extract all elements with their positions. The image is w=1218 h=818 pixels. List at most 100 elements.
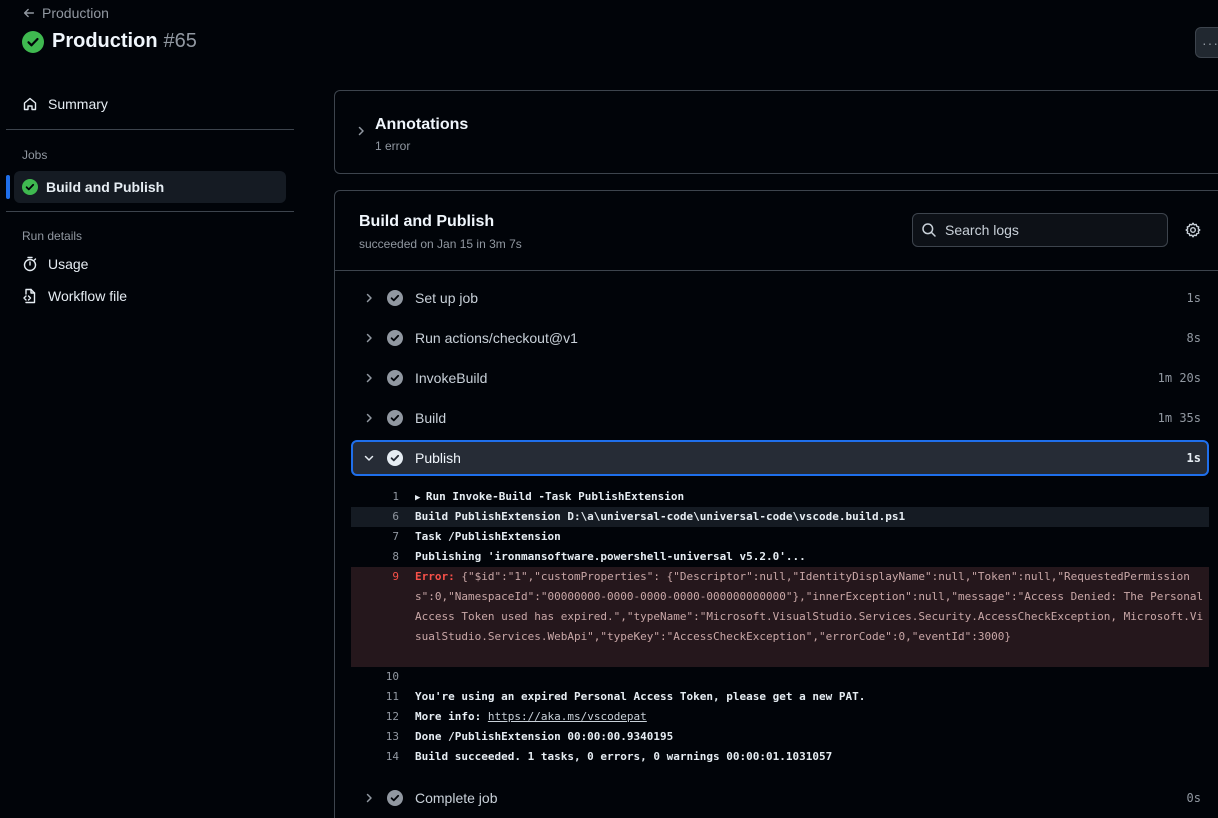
log-line-number[interactable]: 11 xyxy=(351,687,399,707)
log-line-text: You're using an expired Personal Access … xyxy=(415,690,866,703)
job-title: Build and Publish xyxy=(359,213,495,230)
step-set-up-job[interactable]: Set up job 1s xyxy=(351,280,1209,316)
chevron-right-icon xyxy=(358,126,364,136)
log-line-text: Build PublishExtension D:\a\universal-co… xyxy=(415,510,906,523)
log-line-number[interactable]: 10 xyxy=(351,667,399,687)
sidebar-item-build-and-publish[interactable]: Build and Publish xyxy=(6,171,286,203)
log-line-number[interactable]: 14 xyxy=(351,747,399,767)
success-check-icon xyxy=(22,179,38,195)
sidebar-item-label: Usage xyxy=(48,256,89,272)
more-info-link[interactable]: https://aka.ms/vscodepat xyxy=(488,710,647,723)
log-line-text: Task /PublishExtension xyxy=(415,530,561,543)
job-log-header: Build and Publish succeeded on Jan 15 in… xyxy=(335,191,1218,271)
step-success-icon xyxy=(387,790,403,806)
sidebar-item-usage[interactable]: Usage xyxy=(0,248,300,280)
chevron-right-icon xyxy=(366,793,372,803)
sidebar-item-summary[interactable]: Summary xyxy=(0,88,300,120)
log-line-text: Done /PublishExtension 00:00:00.9340195 xyxy=(415,730,674,743)
success-check-icon xyxy=(22,30,44,53)
step-success-icon xyxy=(387,330,403,346)
log-line[interactable]: 12 More info: https://aka.ms/vscodepat xyxy=(351,707,1209,727)
log-line[interactable]: 13 Done /PublishExtension 00:00:00.93401… xyxy=(351,727,1209,747)
step-duration: 8s xyxy=(1186,331,1201,345)
step-log-output: 1 ▶ Run Invoke-Build -Task PublishExtens… xyxy=(351,487,1209,767)
log-line-text: Publishing 'ironmansoftware.powershell-u… xyxy=(415,550,806,563)
breadcrumb-back-link[interactable]: Production xyxy=(22,5,109,21)
run-details-section-label: Run details xyxy=(22,229,83,243)
run-number: #65 xyxy=(163,30,197,52)
search-logs-input[interactable] xyxy=(945,222,1145,238)
step-duration: 0s xyxy=(1186,791,1201,805)
error-label: Error: xyxy=(415,570,455,583)
step-duration: 1s xyxy=(1186,291,1201,305)
search-logs-box[interactable] xyxy=(912,213,1168,247)
sidebar-item-workflow-file[interactable]: Workflow file xyxy=(0,280,300,312)
annotations-title: Annotations xyxy=(375,116,469,133)
annotations-panel[interactable]: Annotations 1 error xyxy=(334,90,1218,174)
log-line-text: ▶ Run Invoke-Build -Task PublishExtensio… xyxy=(415,487,684,508)
log-error-line[interactable]: 9 Error: {"$id":"1","customProperties": … xyxy=(351,567,1209,667)
log-line-number[interactable]: 7 xyxy=(351,527,399,547)
step-duration: 1s xyxy=(1186,451,1201,465)
page-title: Production #65 xyxy=(52,30,197,53)
log-line[interactable]: 1 ▶ Run Invoke-Build -Task PublishExtens… xyxy=(351,487,1209,507)
log-line-number[interactable]: 1 xyxy=(351,487,399,507)
step-name: InvokeBuild xyxy=(415,370,488,386)
gear-icon[interactable] xyxy=(1185,222,1201,238)
step-success-icon xyxy=(387,370,403,386)
log-line-number[interactable]: 12 xyxy=(351,707,399,727)
job-status-text: succeeded on Jan 15 in 3m 7s xyxy=(359,237,522,251)
error-message: {"$id":"1","customProperties": {"Descrip… xyxy=(415,570,1204,643)
step-success-icon xyxy=(387,410,403,426)
arrow-left-icon xyxy=(23,8,35,18)
log-line-number[interactable]: 6 xyxy=(351,507,399,527)
log-line-number[interactable]: 8 xyxy=(351,547,399,567)
more-options-button[interactable]: ··· xyxy=(1195,27,1218,58)
step-name: Set up job xyxy=(415,290,479,306)
chevron-down-icon xyxy=(364,455,374,461)
log-line-text: More info: https://aka.ms/vscodepat xyxy=(415,707,647,727)
log-line[interactable]: 10 xyxy=(351,667,1209,687)
log-line[interactable]: 14 Build succeeded. 1 tasks, 0 errors, 0… xyxy=(351,747,1209,767)
step-duration: 1m 20s xyxy=(1157,371,1201,385)
jobs-section-label: Jobs xyxy=(22,148,48,162)
more-info-label: More info: xyxy=(415,710,488,723)
sidebar-divider xyxy=(6,129,294,130)
step-invokebuild[interactable]: InvokeBuild 1m 20s xyxy=(351,360,1209,396)
log-line[interactable]: 7 Task /PublishExtension xyxy=(351,527,1209,547)
run-title: Production xyxy=(52,30,158,52)
sidebar-item-label: Summary xyxy=(48,96,108,112)
log-line[interactable]: 6 Build PublishExtension D:\a\universal-… xyxy=(351,507,1209,527)
page-title-row: Production #65 xyxy=(22,30,197,53)
workflow-run-page: Production Production #65 ··· Summary Job… xyxy=(0,0,1218,818)
breadcrumb-label: Production xyxy=(42,5,109,21)
step-duration: 1m 35s xyxy=(1157,411,1201,425)
chevron-right-icon xyxy=(366,333,372,343)
step-publish[interactable]: Publish 1s xyxy=(351,440,1209,476)
file-code-icon xyxy=(23,288,36,304)
chevron-right-icon xyxy=(366,293,372,303)
step-build[interactable]: Build 1m 35s xyxy=(351,400,1209,436)
log-line[interactable]: 8 Publishing 'ironmansoftware.powershell… xyxy=(351,547,1209,567)
log-line[interactable]: 11 You're using an expired Personal Acce… xyxy=(351,687,1209,707)
step-checkout[interactable]: Run actions/checkout@v1 8s xyxy=(351,320,1209,356)
step-complete-job[interactable]: Complete job 0s xyxy=(351,780,1209,816)
log-error-text: Error: {"$id":"1","customProperties": {"… xyxy=(415,567,1205,647)
expand-triangle-icon[interactable]: ▶ xyxy=(415,493,426,503)
log-line-number[interactable]: 13 xyxy=(351,727,399,747)
step-name: Run actions/checkout@v1 xyxy=(415,330,578,346)
step-name: Complete job xyxy=(415,790,498,806)
sidebar-item-label: Build and Publish xyxy=(46,179,165,195)
log-line-number[interactable]: 9 xyxy=(351,567,399,587)
step-name: Build xyxy=(415,410,447,426)
step-name: Publish xyxy=(415,450,461,466)
step-success-icon xyxy=(387,290,403,306)
sidebar-divider xyxy=(6,211,294,212)
chevron-right-icon xyxy=(366,413,372,423)
search-icon xyxy=(922,223,936,237)
chevron-right-icon xyxy=(366,373,372,383)
stopwatch-icon xyxy=(23,256,37,272)
step-success-icon xyxy=(387,450,403,466)
sidebar: Summary Jobs Build and Publish Run detai… xyxy=(0,88,300,312)
job-log-panel: Build and Publish succeeded on Jan 15 in… xyxy=(334,190,1218,818)
